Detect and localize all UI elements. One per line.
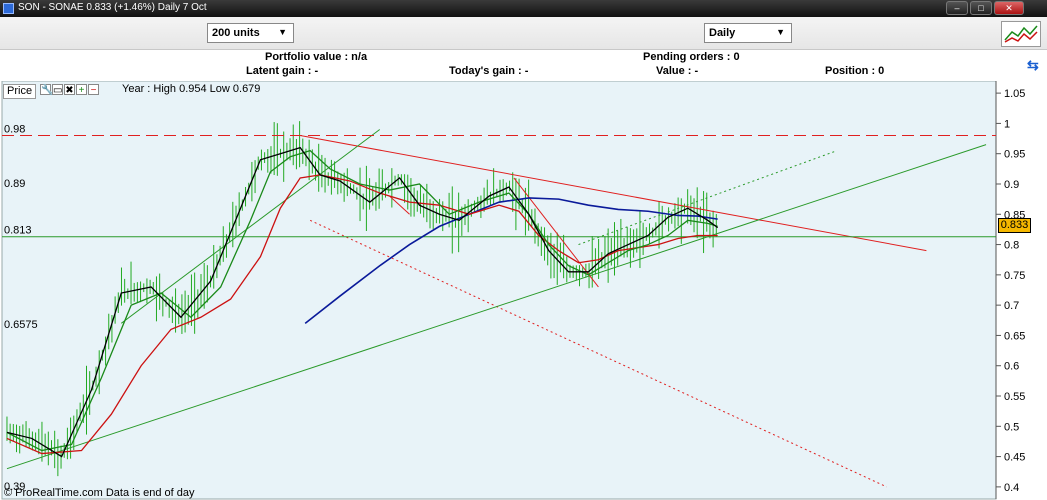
year-high-low: Year : High 0.954 Low 0.679 [122,83,261,95]
refresh-icon[interactable]: ⇆ [1027,57,1039,74]
y-tick-label: 0.45 [1004,452,1025,464]
y-tick-label: 0.4 [1004,482,1019,494]
maximize-button[interactable]: □ [970,1,992,15]
pending-orders: Pending orders : 0 [643,51,740,63]
minus-icon[interactable]: − [88,84,99,96]
price-legend[interactable]: Price [3,84,37,99]
y-axis-ticks: 1.0510.950.90.850.80.750.70.650.60.550.5… [996,88,1025,494]
latent-gain: Latent gain : - [246,65,319,77]
y-tick-label: 1.05 [1004,88,1025,100]
title-bar: SON - SONAE 0.833 (+1.46%) Daily 7 Oct –… [0,0,1047,17]
position-value: Value : - [656,65,699,77]
price-chart[interactable]: 1.0510.950.90.850.80.750.70.650.60.550.5… [0,81,1047,500]
y-tick-label: 0.7 [1004,300,1019,312]
wrench-icon[interactable]: 🔧 [40,84,53,96]
position: Position : 0 [825,65,885,77]
units-select[interactable]: 200 units ▼ [207,23,294,43]
legend-tools: 🔧▭ ✖ + − [40,84,100,98]
timeframe-select-value: Daily [709,27,736,39]
y-tick-label: 0.65 [1004,330,1025,342]
timeframe-select[interactable]: Daily ▼ [704,23,792,43]
y-tick-label: 0.8 [1004,240,1019,252]
close-button[interactable]: ✕ [994,1,1024,15]
left-label: 0.6575 [4,319,38,331]
chevron-down-icon: ▼ [278,27,287,37]
chart-type-button[interactable] [1001,21,1041,47]
left-label: 0.98 [4,124,25,136]
y-tick-label: 0.6 [1004,361,1019,373]
todays-gain: Today's gain : - [449,65,529,77]
y-tick-label: 0.5 [1004,421,1019,433]
window-title: SON - SONAE 0.833 (+1.46%) Daily 7 Oct [18,2,207,13]
y-tick-label: 0.9 [1004,179,1019,191]
minimize-button[interactable]: – [946,1,968,15]
units-select-value: 200 units [212,27,260,39]
chart-icon [1004,25,1038,43]
y-tick-label: 0.95 [1004,149,1025,161]
portfolio-info-bar: Portfolio value : n/a Pending orders : 0… [0,50,1047,81]
y-tick-label: 0.55 [1004,391,1025,403]
toolbar: 200 units ▼ Daily ▼ [0,17,1047,50]
y-tick-label: 0.75 [1004,270,1025,282]
app-icon [3,3,14,14]
y-tick-label: 1 [1004,118,1010,130]
data-source-footer: © ProRealTime.com Data is end of day [4,487,195,499]
window-icon[interactable]: ▭ [52,84,63,96]
last-price-tag: 0.833 [998,218,1031,233]
chevron-down-icon: ▼ [776,27,785,37]
plus-icon[interactable]: + [76,84,87,96]
left-label: 0.813 [4,225,32,237]
left-label: 0.89 [4,178,25,190]
plot-area [1,81,997,500]
close-icon[interactable]: ✖ [64,84,75,96]
portfolio-value: Portfolio value : n/a [265,51,368,63]
